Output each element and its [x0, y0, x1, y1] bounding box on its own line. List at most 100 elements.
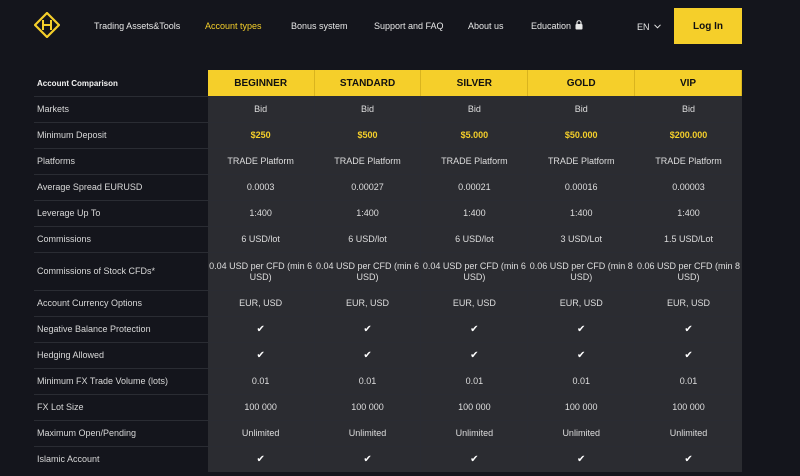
- table-row: Islamic Account ✔ ✔ ✔ ✔ ✔: [34, 446, 742, 472]
- value-cell-silver: $5.000: [421, 123, 529, 148]
- value-cell-beginner: 0.04 USD per CFD (min 6 USD): [207, 253, 315, 290]
- table-header-row: Account Comparison BEGINNER STANDARD SIL…: [34, 70, 742, 96]
- value-cell-standard: $500: [314, 123, 422, 148]
- value-cell-gold: $50.000: [528, 123, 636, 148]
- plan-header-vip: VIP: [635, 70, 742, 96]
- row-label: Commissions of Stock CFDs*: [37, 266, 156, 276]
- nav-link-education[interactable]: Education: [531, 20, 583, 33]
- check-icon-silver: ✔: [421, 343, 529, 368]
- row-label: Platforms: [37, 156, 76, 166]
- nav-link-account-types[interactable]: Account types: [205, 20, 262, 32]
- value-cell-beginner: EUR, USD: [207, 291, 315, 316]
- row-label: Markets: [37, 104, 70, 114]
- plan-header-standard: STANDARD: [314, 70, 422, 96]
- value-cell-gold: Unlimited: [528, 421, 636, 446]
- value-cell-beginner: 100 000: [207, 395, 315, 420]
- value-cell-silver: 0.01: [421, 369, 529, 394]
- table-row: Negative Balance Protection ✔ ✔ ✔ ✔ ✔: [34, 316, 742, 342]
- value-cell-standard: EUR, USD: [314, 291, 422, 316]
- row-label: Account Currency Options: [37, 298, 143, 308]
- value-cell-vip: 0.06 USD per CFD (min 8 USD): [635, 253, 742, 290]
- row-label: Average Spread EURUSD: [37, 182, 143, 192]
- logo-icon[interactable]: [33, 11, 61, 39]
- value-cell-gold: 0.01: [528, 369, 636, 394]
- table-row: Minimum Deposit $250 $500 $5.000 $50.000 $200…: [34, 122, 742, 148]
- value-cell-gold: TRADE Platform: [528, 149, 636, 174]
- check-icon-silver: ✔: [421, 317, 529, 342]
- check-icon-standard: ✔: [314, 317, 422, 342]
- value-cell-silver: 1:400: [421, 201, 529, 226]
- value-cell-gold: 3 USD/Lot: [528, 227, 636, 252]
- language-selector[interactable]: EN: [637, 20, 661, 33]
- value-cell-beginner: 1:400: [207, 201, 315, 226]
- value-cell-gold: 0.00016: [528, 175, 636, 200]
- check-icon-silver: ✔: [421, 447, 529, 472]
- value-cell-vip: EUR, USD: [635, 291, 742, 316]
- row-label: Commissions: [37, 234, 92, 244]
- account-comparison-table: Account Comparison BEGINNER STANDARD SIL…: [34, 70, 742, 472]
- lock-icon: [575, 20, 583, 33]
- check-icon-vip: ✔: [635, 343, 742, 368]
- login-button[interactable]: Log In: [674, 8, 742, 44]
- value-cell-silver: Unlimited: [421, 421, 529, 446]
- nav-link-education-label: Education: [531, 21, 572, 31]
- table-row: Minimum FX Trade Volume (lots) 0.01 0.01 0.…: [34, 368, 742, 394]
- nav-link-trading-assets[interactable]: Trading Assets&Tools: [94, 20, 180, 32]
- value-cell-silver: Bid: [421, 97, 529, 122]
- value-cell-vip: Unlimited: [635, 421, 742, 446]
- chevron-down-icon: [653, 20, 661, 32]
- check-icon-vip: ✔: [635, 317, 742, 342]
- check-icon-standard: ✔: [314, 447, 422, 472]
- check-icon-standard: ✔: [314, 343, 422, 368]
- row-label: Hedging Allowed: [37, 350, 105, 360]
- value-cell-standard: Unlimited: [314, 421, 422, 446]
- value-cell-gold: EUR, USD: [528, 291, 636, 316]
- nav-link-about-us[interactable]: About us: [468, 20, 504, 32]
- row-label: Negative Balance Protection: [37, 324, 151, 334]
- value-cell-silver: 6 USD/lot: [421, 227, 529, 252]
- value-cell-standard: 0.01: [314, 369, 422, 394]
- value-cell-beginner: 6 USD/lot: [207, 227, 315, 252]
- table-title: Account Comparison: [37, 78, 118, 88]
- table-row: Commissions 6 USD/lot 6 USD/lot 6 USD/lot 3 …: [34, 226, 742, 252]
- nav-link-bonus-system[interactable]: Bonus system: [291, 20, 348, 32]
- value-cell-standard: 6 USD/lot: [314, 227, 422, 252]
- value-cell-vip: 1.5 USD/Lot: [635, 227, 742, 252]
- value-cell-silver: TRADE Platform: [421, 149, 529, 174]
- value-cell-standard: 1:400: [314, 201, 422, 226]
- value-cell-silver: 0.04 USD per CFD (min 6 USD): [421, 253, 529, 290]
- row-label: Leverage Up To: [37, 208, 101, 218]
- value-cell-beginner: $250: [207, 123, 315, 148]
- table-row: Platforms TRADE Platform TRADE Platform TRA…: [34, 148, 742, 174]
- value-cell-gold: 100 000: [528, 395, 636, 420]
- row-label: Minimum Deposit: [37, 130, 107, 140]
- table-row: Average Spread EURUSD 0.0003 0.00027 0.0002…: [34, 174, 742, 200]
- table-row: Hedging Allowed ✔ ✔ ✔ ✔ ✔: [34, 342, 742, 368]
- value-cell-gold: 0.06 USD per CFD (min 8 USD): [528, 253, 636, 290]
- value-cell-silver: EUR, USD: [421, 291, 529, 316]
- value-cell-vip: 0.00003: [635, 175, 742, 200]
- check-icon-gold: ✔: [528, 317, 636, 342]
- value-cell-standard: TRADE Platform: [314, 149, 422, 174]
- value-cell-silver: 0.00021: [421, 175, 529, 200]
- nav-link-support-faq[interactable]: Support and FAQ: [374, 20, 444, 32]
- row-label: FX Lot Size: [37, 402, 84, 412]
- row-label: Islamic Account: [37, 454, 100, 464]
- value-cell-vip: 100 000: [635, 395, 742, 420]
- value-cell-vip: 1:400: [635, 201, 742, 226]
- value-cell-standard: 0.04 USD per CFD (min 6 USD): [314, 253, 422, 290]
- value-cell-vip: Bid: [635, 97, 742, 122]
- check-icon-beginner: ✔: [207, 447, 315, 472]
- check-icon-gold: ✔: [528, 447, 636, 472]
- value-cell-beginner: Unlimited: [207, 421, 315, 446]
- table-row: Markets Bid Bid Bid Bid Bid: [34, 96, 742, 122]
- value-cell-standard: Bid: [314, 97, 422, 122]
- table-row: Commissions of Stock CFDs* 0.04 USD per C…: [34, 252, 742, 290]
- value-cell-silver: 100 000: [421, 395, 529, 420]
- plan-header-silver: SILVER: [421, 70, 529, 96]
- value-cell-vip: 0.01: [635, 369, 742, 394]
- value-cell-vip: $200.000: [635, 123, 742, 148]
- table-row: Leverage Up To 1:400 1:400 1:400 1:400 1:400: [34, 200, 742, 226]
- check-icon-vip: ✔: [635, 447, 742, 472]
- table-row: FX Lot Size 100 000 100 000 100 000 100 000 1…: [34, 394, 742, 420]
